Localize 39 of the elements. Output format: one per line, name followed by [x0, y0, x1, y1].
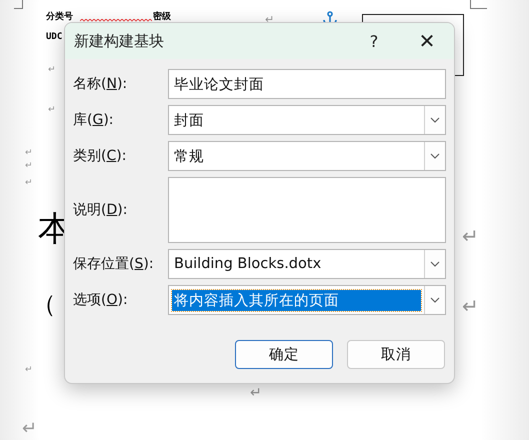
field-label: 选项(O): [73, 291, 129, 309]
paragraph-mark: ↵ [265, 14, 274, 25]
header-label: UDC [46, 33, 62, 42]
chevron-down-icon [430, 153, 440, 159]
dropdown-field[interactable]: 封面 [168, 105, 446, 135]
dropdown-field[interactable]: 将内容插入其所在的页面 [168, 285, 446, 315]
window-title: 新建构建基块 [74, 32, 165, 50]
description-field[interactable] [168, 177, 446, 243]
dropdown-field[interactable]: Building Blocks.dotx [168, 249, 446, 279]
chevron-down-icon [430, 261, 440, 267]
field-label: 库(G): [73, 111, 115, 129]
chevron-down-icon [430, 117, 440, 123]
document-subtitle: （ [32, 292, 56, 316]
paragraph-mark: ↵ [462, 296, 479, 316]
paragraph-mark: ↵ [25, 179, 33, 188]
field-label: 保存位置(S): [73, 255, 155, 273]
close-button[interactable]: ✕ [404, 23, 450, 59]
field-label: 说明(D): [73, 201, 128, 219]
crop-mark [14, 0, 23, 9]
header-label: 密级 [153, 13, 171, 22]
name-field[interactable]: 毕业论文封面 [168, 69, 446, 99]
field-label: 名称(N): [73, 75, 128, 93]
paragraph-mark: ↵ [22, 420, 38, 438]
cancel-button[interactable]: 取消 [347, 340, 445, 369]
field-label: 类别(C): [73, 147, 128, 165]
paragraph-mark: ↵ [250, 386, 262, 400]
paragraph-mark: ↵ [48, 106, 56, 115]
paragraph-mark: ↵ [25, 149, 33, 158]
header-label: 分类号 [46, 13, 73, 22]
paragraph-mark: ↵ [25, 162, 33, 171]
dropdown-field[interactable]: 常规 [168, 141, 446, 171]
help-button[interactable]: ? [350, 32, 398, 50]
paragraph-mark: ↵ [25, 366, 33, 375]
spelling-underline [80, 19, 152, 23]
crop-mark [470, 0, 487, 9]
ok-button[interactable]: 确定 [235, 340, 333, 369]
paragraph-mark: ↵ [462, 226, 479, 246]
chevron-down-icon [430, 297, 440, 303]
paragraph-mark: ↵ [48, 66, 56, 75]
